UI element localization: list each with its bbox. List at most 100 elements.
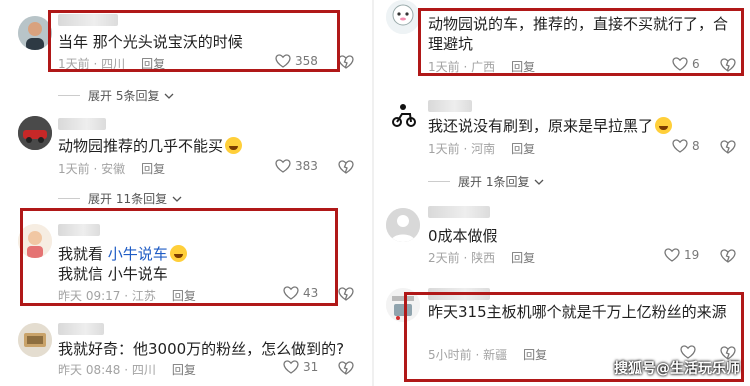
comment-text: 0成本做假: [428, 227, 498, 245]
avatar[interactable]: [386, 98, 420, 132]
blurred-username: [428, 288, 490, 300]
comment-meta: 1天前 · 河南 回复: [428, 140, 535, 157]
heart-icon: [672, 57, 688, 71]
reply-button[interactable]: 回复: [141, 57, 165, 71]
comment-item: 我就好奇：他3000万的粉丝，怎么做到的? 昨天 08:48 · 四川 回复 31: [0, 315, 372, 386]
comment-text: 昨天315主板机哪个就是千万上亿粉丝的来源: [428, 303, 727, 321]
reply-button[interactable]: 回复: [511, 142, 535, 156]
heart-icon: [283, 360, 299, 374]
comment-item: 动物园说的车，推荐的，直接不买就行了，合 理避坑 1天前 · 广西 回复 6: [374, 0, 750, 86]
mention-link[interactable]: 小牛说车: [108, 245, 168, 263]
like-count: 31: [303, 360, 319, 374]
comment-time: 2天前 · 陕西: [428, 251, 496, 265]
reply-button[interactable]: 回复: [141, 162, 165, 176]
dislike-icon[interactable]: [338, 287, 354, 301]
expand-label: 展开 1条回复: [458, 175, 530, 189]
heart-icon: [664, 248, 680, 262]
comment-item: 0成本做假 2天前 · 陕西 回复 19: [374, 196, 750, 272]
comment-time: 昨天 09:17 · 江苏: [58, 289, 156, 303]
comment-text: 我就好奇：他3000万的粉丝，怎么做到的?: [58, 340, 345, 358]
heart-icon: [275, 159, 291, 173]
avatar[interactable]: [18, 116, 52, 150]
blurred-username: [58, 14, 118, 26]
comment-item: 我就看 小牛说车 我就信 小牛说车 昨天 09:17 · 江苏 回复 43: [0, 210, 372, 310]
avatar[interactable]: [386, 208, 420, 242]
laughing-emoji-icon: [225, 137, 243, 154]
fearful-emoji-icon: [169, 245, 187, 262]
expand-label: 展开 11条回复: [88, 192, 168, 206]
dislike-icon[interactable]: [720, 249, 736, 263]
comment-meta: 1天前 · 广西 回复: [428, 58, 535, 75]
like-button[interactable]: [680, 345, 700, 359]
like-count: 19: [684, 248, 700, 262]
comment-meta: 昨天 08:48 · 四川 回复: [58, 361, 196, 378]
chevron-down-icon: [534, 179, 544, 185]
comment-text-line2: 我就信 小牛说车: [58, 265, 168, 283]
like-count: 383: [295, 159, 318, 173]
dislike-icon[interactable]: [720, 140, 736, 154]
dislike-icon[interactable]: [720, 58, 736, 72]
expand-replies[interactable]: 展开 5条回复: [58, 87, 175, 104]
like-button[interactable]: 6: [672, 57, 700, 71]
comment-meta: 1天前 · 安徽 回复: [58, 160, 165, 177]
comment-meta: 2天前 · 陕西 回复: [428, 249, 535, 266]
comment-text: 动物园推荐的几乎不能买: [58, 136, 243, 156]
avatar[interactable]: [18, 323, 52, 357]
comment-time: 1天前 · 广西: [428, 60, 496, 74]
reply-button[interactable]: 回复: [511, 60, 535, 74]
comment-text-line1: 我就看 小牛说车: [58, 244, 187, 264]
expand-replies[interactable]: 展开 11条回复: [58, 190, 183, 207]
like-button[interactable]: 31: [283, 360, 318, 374]
dislike-icon[interactable]: [338, 160, 354, 174]
chevron-down-icon: [172, 196, 182, 202]
like-count: 6: [692, 57, 700, 71]
watermark: 搜狐号@生活玩乐师: [614, 361, 740, 377]
like-count: 8: [692, 139, 700, 153]
comment-meta: 1天前 · 四川 回复: [58, 55, 165, 72]
blurred-username: [58, 118, 106, 130]
reply-button[interactable]: 回复: [523, 348, 547, 362]
comment-meta: 5小时前 · 新疆 回复: [428, 346, 547, 363]
comment-text: 当年 那个光头说宝沃的时候: [58, 33, 243, 51]
like-button[interactable]: 19: [664, 248, 699, 262]
laughing-emoji-icon: [655, 117, 673, 134]
comment-time: 昨天 08:48 · 四川: [58, 363, 156, 377]
left-comment-column: 当年 那个光头说宝沃的时候 1天前 · 四川 回复 358 展开 5条回复 动物园…: [0, 0, 372, 386]
heart-icon: [275, 54, 291, 68]
blurred-username: [428, 100, 472, 112]
divider: [58, 95, 80, 96]
blurred-username: [58, 224, 100, 236]
chevron-down-icon: [164, 93, 174, 99]
avatar[interactable]: [386, 0, 420, 34]
avatar[interactable]: [18, 224, 52, 258]
dislike-icon[interactable]: [338, 361, 354, 375]
expand-replies[interactable]: 展开 1条回复: [428, 173, 545, 190]
comment-item: 我还说没有刷到，原来是早拉黑了 1天前 · 河南 回复 8: [374, 92, 750, 172]
comment-text-line1: 动物园说的车，推荐的，直接不买就行了，合: [428, 15, 729, 33]
heart-icon: [283, 286, 299, 300]
dislike-icon[interactable]: [338, 55, 354, 69]
blurred-username: [58, 323, 104, 335]
heart-icon: [672, 139, 688, 153]
like-button[interactable]: 383: [275, 159, 318, 173]
reply-button[interactable]: 回复: [511, 251, 535, 265]
like-button[interactable]: 8: [672, 139, 700, 153]
reply-button[interactable]: 回复: [172, 363, 196, 377]
comment-text: 我还说没有刷到，原来是早拉黑了: [428, 116, 673, 136]
blurred-username: [428, 206, 490, 218]
comment-time: 1天前 · 河南: [428, 142, 496, 156]
heart-icon: [680, 345, 696, 359]
avatar[interactable]: [18, 16, 52, 50]
comment-item: 动物园推荐的几乎不能买 1天前 · 安徽 回复 383: [0, 108, 372, 188]
comment-time: 1天前 · 四川: [58, 57, 126, 71]
like-count: 358: [295, 54, 318, 68]
like-button[interactable]: 43: [283, 286, 318, 300]
avatar[interactable]: [386, 288, 420, 322]
reply-button[interactable]: 回复: [172, 289, 196, 303]
comment-item: 当年 那个光头说宝沃的时候 1天前 · 四川 回复 358: [0, 0, 372, 80]
expand-label: 展开 5条回复: [88, 89, 160, 103]
right-comment-column: 动物园说的车，推荐的，直接不买就行了，合 理避坑 1天前 · 广西 回复 6 我还…: [372, 0, 750, 386]
divider: [428, 181, 450, 182]
like-button[interactable]: 358: [275, 54, 318, 68]
comment-meta: 昨天 09:17 · 江苏 回复: [58, 287, 196, 304]
